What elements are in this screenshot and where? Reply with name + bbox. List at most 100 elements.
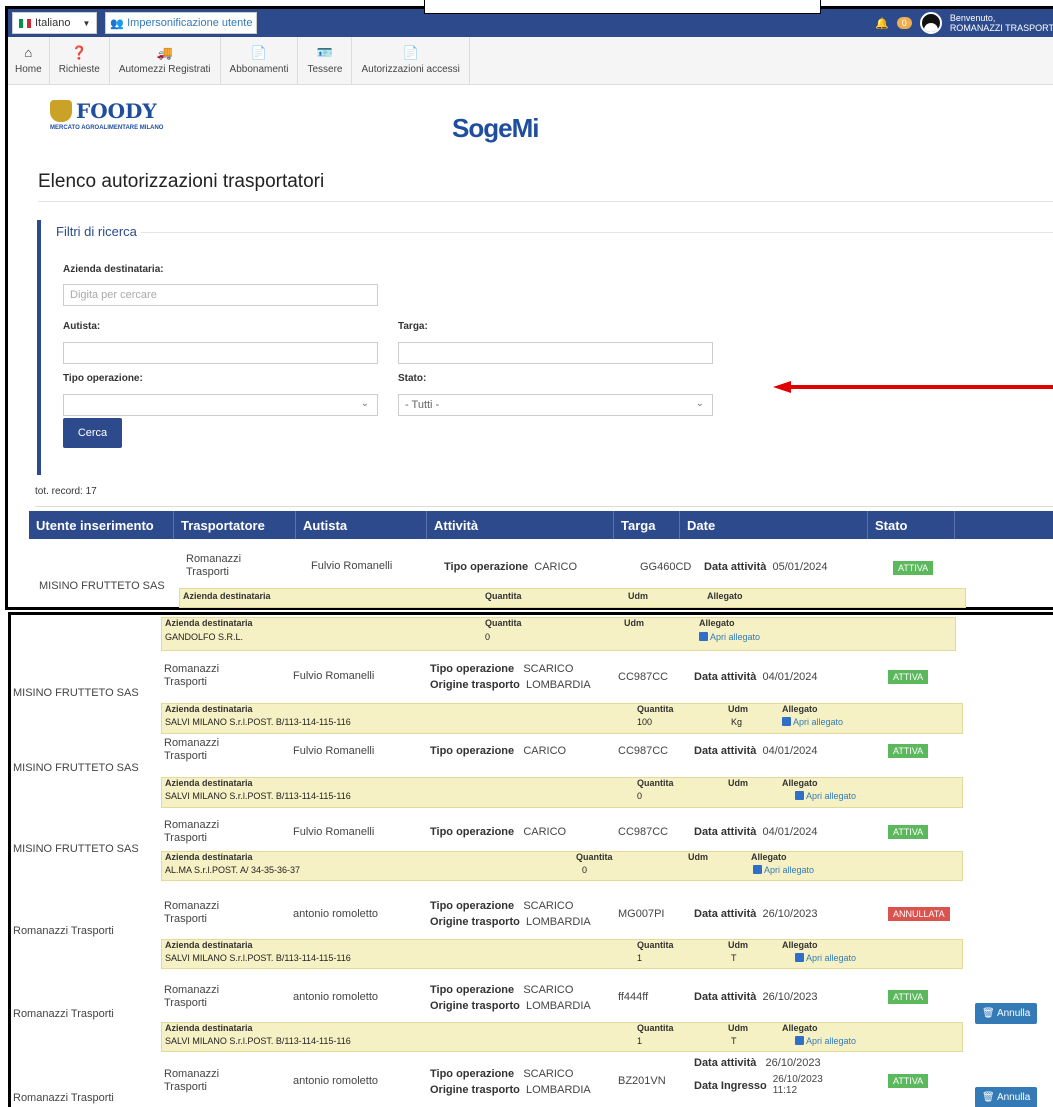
targa-cell: GG460CD — [640, 561, 692, 573]
status-badge: ATTIVA — [888, 670, 929, 684]
subrow: Azienda destinataria Quantita Udm Allega… — [161, 777, 963, 808]
nav-abbonamenti[interactable]: 📄 Abbonamenti — [221, 37, 299, 84]
search-button[interactable]: Cerca — [63, 418, 122, 448]
utente-cell: Romanazzi Trasporti — [13, 1092, 114, 1104]
trasportatore-cell: Romanazzi Trasporti — [164, 663, 219, 689]
col-stato: Stato — [868, 511, 955, 539]
subrow: Azienda destinataria Quantita Udm Allega… — [161, 703, 963, 734]
tipo-operazione-select[interactable]: ⌄ — [63, 394, 378, 416]
tipo-label: Tipo operazione — [430, 663, 515, 675]
stato-select[interactable]: - Tutti - ⌄ — [398, 394, 713, 416]
trasportatore-line: Trasporti — [164, 676, 207, 688]
foody-emblem-icon — [50, 100, 72, 122]
language-label: Italiano — [35, 17, 71, 29]
arrow-shaft — [789, 385, 1053, 389]
attivita-cell: Tipo operazione SCARICO Origine trasport… — [430, 663, 591, 692]
data-value: 26/10/2023 — [765, 1057, 821, 1069]
col-targa: Targa — [614, 511, 680, 539]
tipo-value: CARICO — [523, 826, 567, 838]
tipo-operazione-label: Tipo operazione: — [63, 373, 143, 384]
cancel-label: Annulla — [996, 1008, 1031, 1019]
autista-cell: antonio romoletto — [293, 1075, 378, 1087]
date-cell: Data attività 26/10/2023 Data Ingresso 26… — [694, 1057, 823, 1096]
trasportatore-line: Trasporti — [186, 566, 229, 578]
open-attachment-link[interactable]: Apri allegato — [753, 865, 814, 875]
main-nav: ⌂ Home ❓ Richieste 🚚 Automezzi Registrati 📄… — [8, 37, 1053, 85]
bell-icon[interactable]: 🔔 — [875, 17, 889, 30]
open-attachment-link[interactable]: Apri allegato — [795, 791, 856, 801]
trasportatore-cell: Romanazzi Trasporti — [164, 737, 219, 763]
nav-label: Richieste — [58, 64, 100, 75]
sub-header: Allegato — [782, 778, 818, 788]
logos-area: FOODY MERCATO AGROALIMENTARE MILANO Soge… — [8, 85, 1053, 165]
trasportatore-line: Trasporti — [164, 832, 207, 844]
azienda-value: SALVI MILANO S.r.l.POST. B/113-114-115-1… — [165, 1036, 351, 1046]
chevron-down-icon: ⌄ — [360, 398, 369, 409]
date-cell: Data attività 04/01/2024 — [694, 745, 818, 758]
open-attachment-link[interactable]: Apri allegato — [782, 717, 843, 727]
pdf-icon — [699, 632, 708, 641]
origine-label: Origine trasporto — [430, 679, 520, 691]
divider — [38, 201, 1053, 202]
azienda-value: SALVI MILANO S.r.l.POST. B/113-114-115-1… — [165, 791, 351, 801]
autista-input[interactable] — [63, 342, 378, 364]
tipo-label: Tipo operazione — [430, 984, 515, 996]
nav-tessere[interactable]: 🪪 Tessere — [298, 37, 353, 84]
sub-header: Allegato — [782, 940, 818, 950]
nav-home[interactable]: ⌂ Home — [8, 37, 50, 84]
sogemi-logo: SogeMi — [452, 113, 539, 143]
trasportatore-line: Romanazzi — [164, 737, 220, 749]
data-value: 26/10/2023 — [762, 991, 818, 1003]
trasportatore-cell: Romanazzi Trasporti — [186, 553, 241, 579]
avatar[interactable] — [919, 12, 942, 34]
pdf-icon — [795, 953, 804, 962]
azienda-input[interactable]: Digita per cercare — [63, 284, 378, 306]
cancel-button[interactable]: 🗑 Annulla — [975, 1003, 1038, 1024]
tipo-label: Tipo operazione — [430, 826, 515, 838]
sub-header: Allegato — [699, 618, 735, 628]
subrow: Azienda destinataria Quantita Udm Allega… — [179, 588, 966, 608]
cancel-button[interactable]: 🗑 Annulla — [975, 1087, 1038, 1107]
quantita-value: 0 — [637, 791, 643, 801]
utente-cell: MISINO FRUTTETO SAS — [13, 687, 139, 699]
udm-value: T — [731, 1036, 737, 1046]
impersonation-label: Impersonificazione utente — [127, 17, 253, 29]
cancel-label: Annulla — [996, 1092, 1031, 1103]
targa-input[interactable] — [398, 342, 713, 364]
date-cell: Data attività 04/01/2024 — [694, 826, 818, 839]
document-icon: 📄 — [402, 45, 419, 60]
quantita-value: 100 — [637, 717, 653, 727]
utente-cell: Romanazzi Trasporti — [13, 1008, 114, 1020]
open-attachment-link[interactable]: Apri allegato — [699, 632, 760, 642]
tipo-label: Tipo operazione — [444, 561, 529, 573]
date-cell: Data attività 26/10/2023 — [694, 908, 818, 921]
nav-autorizzazioni[interactable]: 📄 Autorizzazioni accessi — [352, 37, 470, 84]
quantita-value: 1 — [637, 953, 643, 963]
utente-cell: MISINO FRUTTETO SAS — [13, 762, 139, 774]
foody-subtitle: MERCATO AGROALIMENTARE MILANO — [50, 125, 164, 131]
status-badge: ATTIVA — [888, 825, 929, 839]
open-attachment-link[interactable]: Apri allegato — [795, 953, 856, 963]
nav-richieste[interactable]: ❓ Richieste — [50, 37, 110, 84]
caption-box — [424, 0, 821, 14]
impersonation-button[interactable]: 👥 Impersonificazione utente — [105, 12, 258, 34]
data-value: 04/01/2024 — [762, 826, 818, 838]
card-icon: 🪪 — [316, 45, 334, 60]
data-label: Data attività — [694, 671, 757, 683]
data-ingresso-time: 11:12 — [772, 1085, 798, 1096]
language-select[interactable]: Italiano ▼ — [12, 12, 98, 34]
open-attachment-link[interactable]: Apri allegato — [795, 1036, 856, 1046]
col-attivita: Attività — [427, 511, 614, 539]
attivita-cell: Tipo operazione SCARICO Origine trasport… — [430, 1068, 591, 1097]
sub-header: Azienda destinataria — [165, 778, 253, 788]
nav-automezzi[interactable]: 🚚 Automezzi Registrati — [110, 37, 221, 84]
bottom-screenshot-frame: Azienda destinataria Quantita Udm Allega… — [8, 612, 1053, 1107]
status-badge: ATTIVA — [888, 990, 929, 1004]
sub-header: Quantita — [637, 940, 674, 950]
sub-header: Quantita — [485, 591, 522, 601]
targa-cell: ff444ff — [618, 991, 649, 1003]
tipo-label: Tipo operazione — [430, 745, 515, 757]
status-badge: ATTIVA — [888, 1074, 929, 1088]
trasportatore-line: Trasporti — [164, 913, 207, 925]
azienda-value: GANDOLFO S.R.L. — [165, 632, 244, 642]
